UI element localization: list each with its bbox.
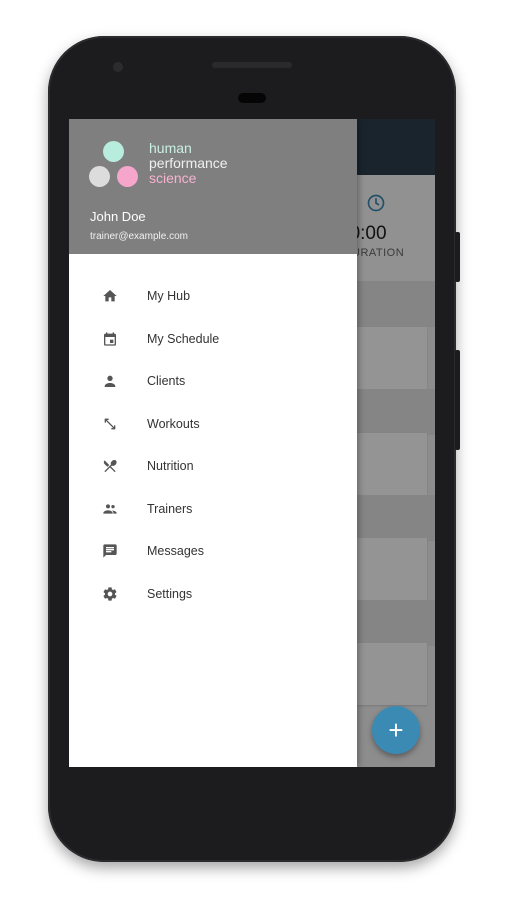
- menu-item-label: Messages: [147, 544, 204, 558]
- user-email: trainer@example.com: [90, 231, 188, 242]
- speaker-grille: [212, 62, 292, 68]
- menu-item-workouts[interactable]: Workouts: [69, 403, 357, 446]
- menu-item-clients[interactable]: Clients: [69, 360, 357, 403]
- menu-item-label: Nutrition: [147, 459, 194, 473]
- group-icon: [103, 503, 117, 514]
- user-name: John Doe: [90, 209, 146, 224]
- brand-logo: human performance science: [87, 139, 247, 191]
- home-icon: [103, 290, 117, 302]
- add-fab-button[interactable]: +: [372, 706, 420, 754]
- brand-line-2: performance: [149, 155, 228, 171]
- menu-item-label: Settings: [147, 586, 193, 601]
- message-icon: [103, 544, 117, 558]
- earpiece: [238, 93, 266, 103]
- logo-dot-grey: [89, 166, 110, 187]
- menu-item-label: Workouts: [147, 416, 200, 431]
- drawer-header: human performance science John Doe train…: [69, 119, 357, 254]
- menu-item-label: My Hub: [147, 289, 191, 303]
- menu-item-my-hub[interactable]: My Hub: [69, 275, 357, 318]
- expand-arrows-icon: [104, 418, 116, 429]
- menu-item-nutrition[interactable]: Nutrition: [69, 445, 357, 488]
- menu-item-messages[interactable]: Messages: [69, 530, 357, 573]
- brand-name: human performance science: [149, 141, 228, 186]
- front-camera: [113, 62, 123, 72]
- logo-dot-pink: [117, 166, 138, 187]
- menu-item-settings[interactable]: Settings: [69, 573, 357, 616]
- logo-dot-mint: [103, 141, 124, 162]
- menu-item-label: My Schedule: [147, 331, 220, 346]
- brand-line-3: science: [149, 170, 197, 186]
- volume-button: [455, 350, 460, 450]
- gear-icon: [103, 586, 117, 601]
- screen: 00:00 URATION + human performance scienc…: [69, 119, 435, 767]
- utensils-icon: [103, 459, 117, 473]
- menu-item-label: Trainers: [147, 501, 193, 516]
- drawer-menu: My Hub My Schedule Clients Workouts Nutr…: [69, 275, 357, 615]
- person-icon: [104, 375, 116, 387]
- menu-item-trainers[interactable]: Trainers: [69, 488, 357, 531]
- calendar-icon: [104, 331, 116, 346]
- navigation-drawer: human performance science John Doe train…: [69, 119, 357, 767]
- menu-item-my-schedule[interactable]: My Schedule: [69, 318, 357, 361]
- power-button: [455, 232, 460, 282]
- brand-line-1: human: [149, 140, 192, 156]
- menu-item-label: Clients: [147, 374, 186, 388]
